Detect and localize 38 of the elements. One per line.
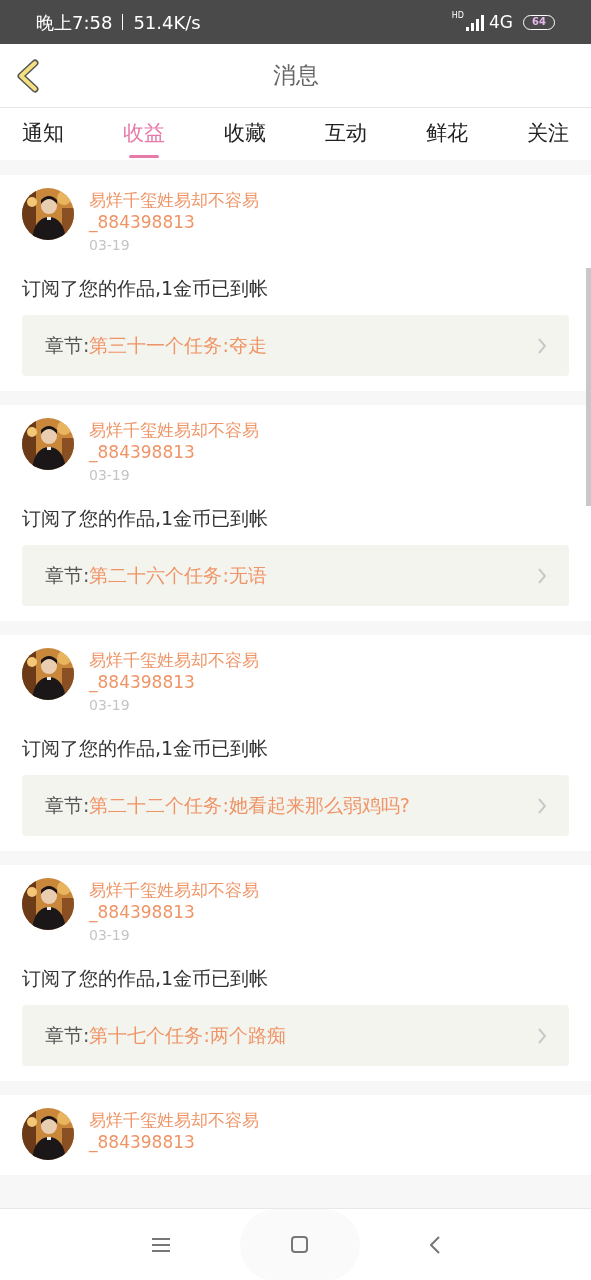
chapter-link[interactable]: 章节:第十七个任务:两个路痴 <box>22 1005 569 1066</box>
chapter-link[interactable]: 章节:第二十六个任务:无语 <box>22 545 569 606</box>
user-id: _884398813 <box>89 441 196 463</box>
battery-indicator: 64 <box>523 14 555 30</box>
chapter-link[interactable]: 章节:第三十一个任务:夺走 <box>22 315 569 376</box>
tab[interactable]: 通知 <box>22 108 64 160</box>
message-text: 订阅了您的作品,1金币已到帐 <box>22 736 270 761</box>
message-date: 03-19 <box>89 926 131 945</box>
hd-indicator: HD <box>451 11 464 20</box>
chevron-right-icon <box>537 336 547 355</box>
message-text: 订阅了您的作品,1金币已到帐 <box>22 276 270 301</box>
network-speed: 51.4K/s <box>133 10 201 35</box>
tab[interactable]: 鲜花 <box>426 108 468 160</box>
chevron-right-icon <box>537 796 547 815</box>
menu-icon[interactable] <box>151 1237 170 1252</box>
user-id: _884398813 <box>89 671 196 693</box>
message-date: 03-19 <box>89 696 131 715</box>
tab[interactable]: 收藏 <box>224 108 266 160</box>
chapter-link[interactable]: 章节:第二十二个任务:她看起来那么弱鸡吗? <box>22 775 569 836</box>
chevron-right-icon <box>537 566 547 585</box>
message-text: 订阅了您的作品,1金币已到帐 <box>22 966 270 991</box>
message-text: 订阅了您的作品,1金币已到帐 <box>22 506 270 531</box>
message-date: 03-19 <box>89 466 131 485</box>
user-id: _884398813 <box>89 1131 196 1153</box>
chevron-left-icon <box>16 59 40 93</box>
back-icon[interactable] <box>429 1235 440 1254</box>
tab[interactable]: 互动 <box>325 108 367 160</box>
message-date: 03-19 <box>89 236 131 255</box>
network-type: 4G <box>489 13 513 31</box>
home-icon[interactable] <box>291 1236 308 1253</box>
signal-icon <box>466 14 484 31</box>
page-title: 消息 <box>272 61 319 91</box>
user-id: _884398813 <box>89 901 196 923</box>
back-button[interactable] <box>14 58 42 94</box>
chevron-right-icon <box>537 1026 547 1045</box>
user-id: _884398813 <box>89 211 196 233</box>
status-time: 晚上7:58 <box>36 10 113 35</box>
tab[interactable]: 关注 <box>527 108 569 160</box>
